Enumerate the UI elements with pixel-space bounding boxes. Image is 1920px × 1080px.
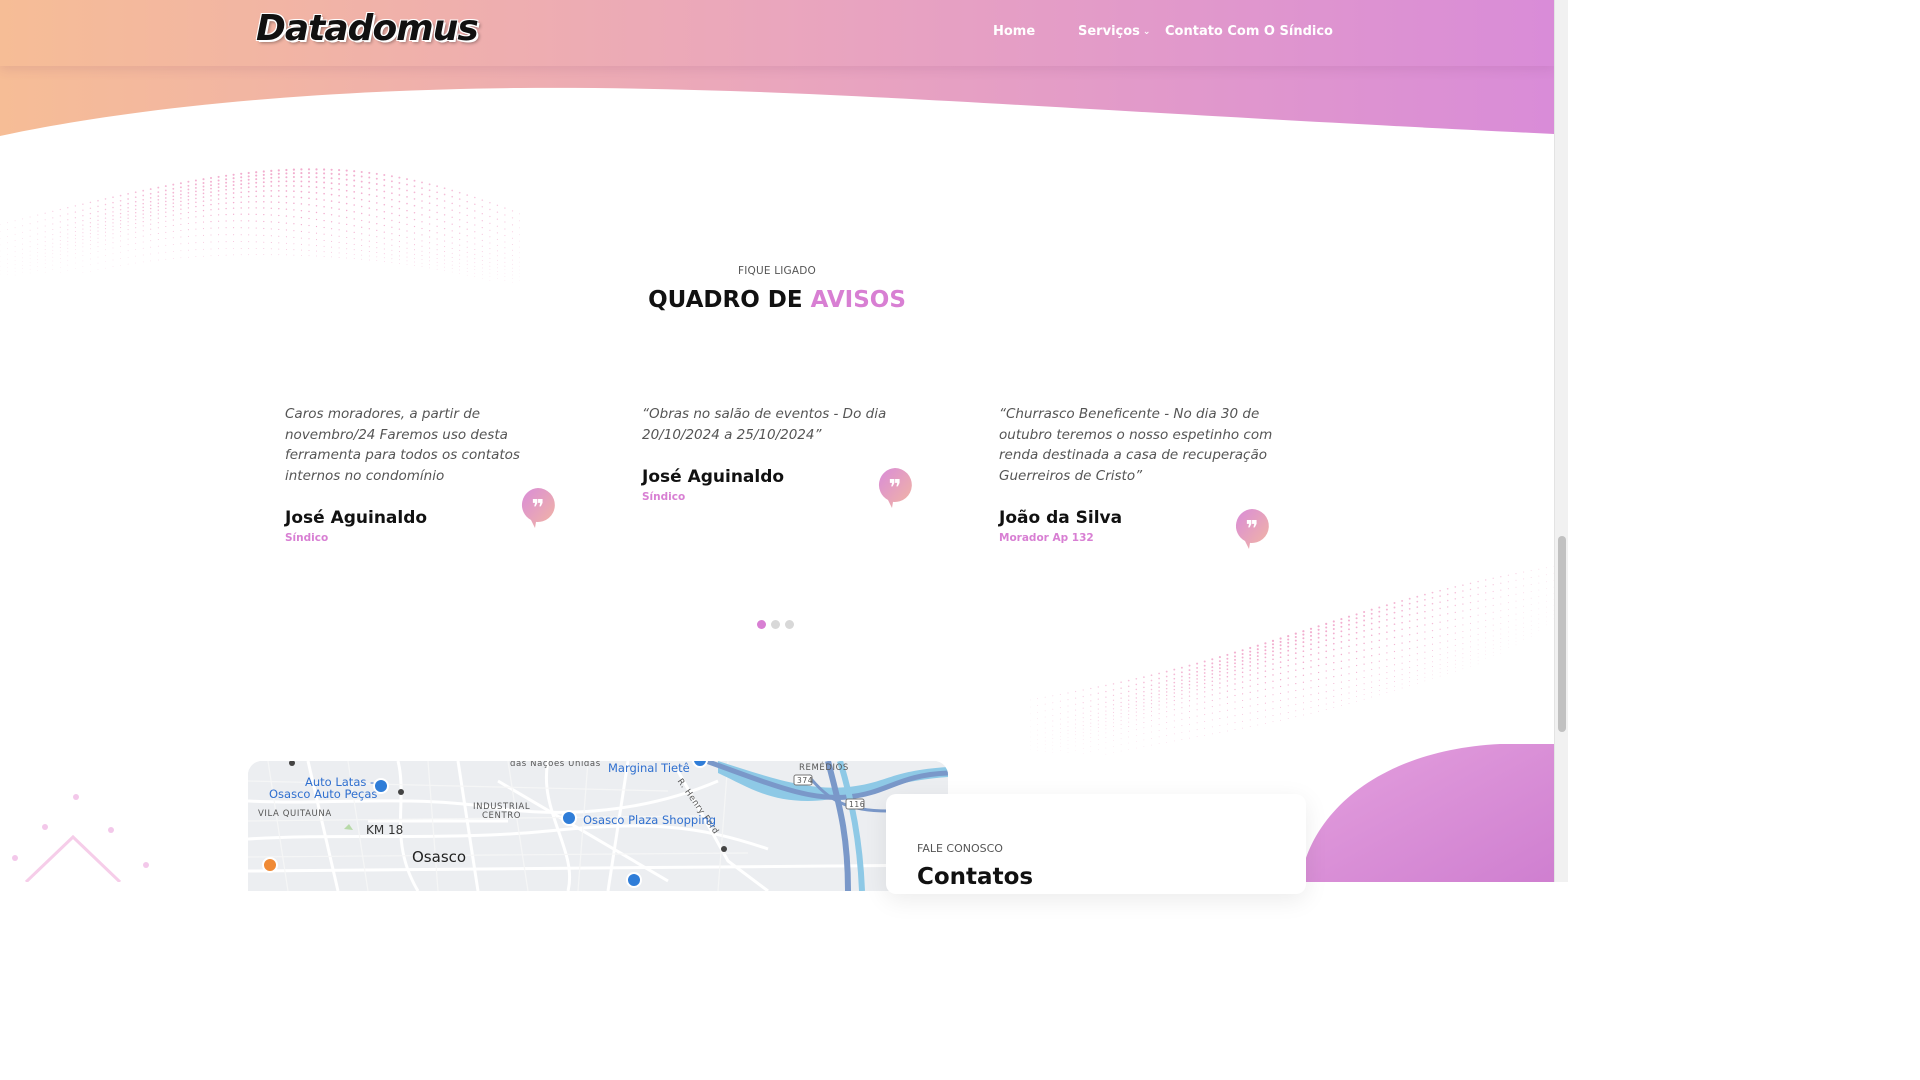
carousel-dot[interactable] bbox=[757, 620, 766, 629]
site-logo[interactable]: Datadomus bbox=[256, 8, 479, 49]
page-scrollbar[interactable] bbox=[1554, 0, 1568, 882]
section-eyebrow: FIQUE LIGADO bbox=[737, 265, 817, 277]
notice-card: Caros moradores, a partir de novembro/24… bbox=[285, 404, 565, 544]
dots-wave-decoration bbox=[0, 168, 520, 283]
section-title-main: QUADRO DE bbox=[648, 287, 811, 313]
contact-background-shape bbox=[1300, 744, 1554, 882]
map-pin-icon[interactable] bbox=[626, 872, 642, 888]
contact-eyebrow: FALE CONOSCO bbox=[917, 842, 1003, 855]
svg-text:❞: ❞ bbox=[532, 496, 545, 521]
svg-text:❞: ❞ bbox=[1246, 517, 1259, 542]
contact-title: Contatos bbox=[917, 864, 1034, 890]
contact-card: FALE CONOSCO Contatos bbox=[886, 794, 1306, 894]
map-label: 116 bbox=[849, 800, 866, 809]
nav-servicos[interactable]: Serviços ⌄ bbox=[1078, 24, 1150, 39]
quote-icon: ❞ bbox=[878, 468, 912, 508]
section-title-accent: AVISOS bbox=[810, 287, 906, 313]
map-label: Osasco Auto Peças bbox=[269, 787, 378, 801]
carousel-pager bbox=[757, 616, 799, 629]
triangle-dots-decoration bbox=[12, 794, 149, 882]
location-map[interactable]: das Nações Unidas Marginal Tietê REMÉDIO… bbox=[248, 761, 948, 891]
notice-text: Caros moradores, a partir de novembro/24… bbox=[285, 406, 520, 484]
nav-home[interactable]: Home bbox=[993, 24, 1035, 39]
map-label: Osasco bbox=[412, 848, 467, 866]
notice-text: “Churrasco Beneficente - No dia 30 de ou… bbox=[999, 406, 1273, 484]
dots-wave-decoration bbox=[1030, 565, 1554, 755]
quote-icon: ❞ bbox=[1235, 509, 1269, 549]
map-restaurant-icon[interactable] bbox=[262, 857, 278, 873]
nav-servicos-label: Serviços bbox=[1078, 24, 1140, 39]
notice-card: “Obras no salão de eventos - Do dia 20/1… bbox=[642, 404, 922, 508]
map-label: 374 bbox=[797, 776, 814, 785]
map-label: CENTRO bbox=[482, 811, 522, 821]
map-label: Marginal Tietê bbox=[608, 761, 690, 775]
navbar: Datadomus Home Serviços ⌄ Contato Com O S… bbox=[0, 0, 1554, 66]
quote-icon: ❞ bbox=[521, 488, 555, 528]
map-label: Osasco Plaza Shopping bbox=[583, 813, 717, 827]
map-label: VILA QUITAUNA bbox=[258, 809, 332, 819]
section-title: QUADRO DE AVISOS bbox=[0, 287, 1554, 313]
carousel-dot[interactable] bbox=[785, 620, 794, 629]
svg-text:❞: ❞ bbox=[889, 476, 902, 501]
nav-contato-sindico[interactable]: Contato Com O Síndico bbox=[1165, 24, 1333, 39]
notice-card: “Churrasco Beneficente - No dia 30 de ou… bbox=[999, 404, 1279, 549]
notice-role: Síndico bbox=[285, 532, 329, 544]
map-label: KM 18 bbox=[366, 823, 404, 837]
scrollbar-thumb[interactable] bbox=[1558, 536, 1566, 732]
carousel-dot[interactable] bbox=[771, 620, 780, 629]
map-pin-icon[interactable] bbox=[561, 810, 577, 826]
map-pin-icon[interactable] bbox=[373, 778, 389, 794]
chevron-down-icon: ⌄ bbox=[1142, 27, 1151, 37]
notice-text: “Obras no salão de eventos - Do dia 20/1… bbox=[642, 406, 887, 443]
map-label: REMÉDIOS bbox=[799, 763, 849, 773]
map-label: das Nações Unidas bbox=[510, 761, 601, 769]
